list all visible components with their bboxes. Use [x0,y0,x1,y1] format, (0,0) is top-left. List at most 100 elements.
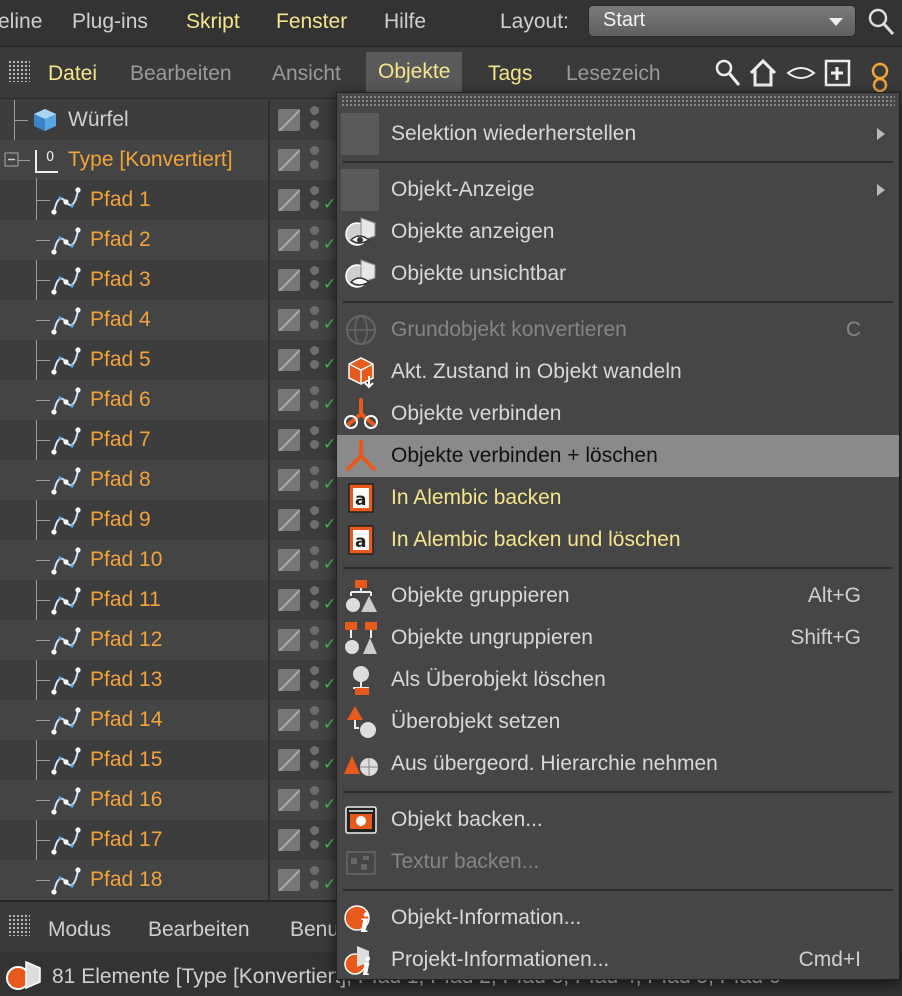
enabled-check-icon[interactable]: ✓ [323,834,336,854]
visibility-dots[interactable] [310,226,320,254]
visibility-dots[interactable] [310,826,320,854]
om-menu-tags[interactable]: Tags [488,62,532,86]
visibility-dots[interactable] [310,626,320,654]
tree-row-path[interactable]: Pfad 4 ✓ [0,300,336,340]
layer-toggle[interactable] [278,589,300,611]
visibility-dots[interactable] [310,586,320,614]
menu-item-in-alembic-backen-und-löschen[interactable]: a In Alembic backen und löschen [337,519,899,561]
visibility-dots[interactable] [310,546,320,574]
layer-toggle[interactable] [278,149,300,171]
search-icon[interactable] [714,58,742,88]
enabled-check-icon[interactable]: ✓ [323,274,336,294]
visibility-dots[interactable] [310,106,320,134]
enabled-check-icon[interactable]: ✓ [323,234,336,254]
om-menu-lesezeichen[interactable]: Lesezeich [566,62,661,86]
enabled-check-icon[interactable]: ✓ [323,194,336,214]
tree-row-path[interactable]: Pfad 12 ✓ [0,620,336,660]
tree-row-path[interactable]: Pfad 18 ✓ [0,860,336,900]
enabled-check-icon[interactable]: ✓ [323,554,336,574]
visibility-dots[interactable] [310,306,320,334]
tree-row-path[interactable]: Pfad 5 ✓ [0,340,336,380]
layer-toggle[interactable] [278,469,300,491]
enabled-check-icon[interactable]: ✓ [323,594,336,614]
enabled-check-icon[interactable]: ✓ [323,754,336,774]
visibility-dots[interactable] [310,266,320,294]
visibility-dots[interactable] [310,386,320,414]
visibility-dots[interactable] [310,346,320,374]
layout-dropdown[interactable]: Start [588,5,856,37]
tree-row-path[interactable]: Pfad 7 ✓ [0,420,336,460]
visibility-dots[interactable] [310,706,320,734]
enabled-check-icon[interactable]: ✓ [323,514,336,534]
search-icon[interactable] [866,6,896,38]
visibility-dots[interactable] [310,426,320,454]
tree-row-path[interactable]: Pfad 14 ✓ [0,700,336,740]
menu-item-objekte-verbinden[interactable]: Objekte verbinden [337,393,899,435]
tree-row-path[interactable]: Pfad 2 ✓ [0,220,336,260]
enabled-check-icon[interactable]: ✓ [323,394,336,414]
layer-toggle[interactable] [278,109,300,131]
menu-item-akt-zustand-in-objekt-wandeln[interactable]: Akt. Zustand in Objekt wandeln [337,351,899,393]
enabled-check-icon[interactable]: ✓ [323,314,336,334]
menu-fenster[interactable]: Fenster [276,10,347,34]
tree-row-path[interactable]: Pfad 6 ✓ [0,380,336,420]
menu-item-objekte-unsichtbar[interactable]: Objekte unsichtbar [337,253,899,295]
enabled-check-icon[interactable]: ✓ [323,474,336,494]
enabled-check-icon[interactable]: ✓ [323,794,336,814]
tree-row-type[interactable]: 0 Type [Konvertiert] [0,140,336,180]
om-menu-ansicht[interactable]: Ansicht [272,62,341,86]
tree-row-wuerfel[interactable]: Würfel [0,100,336,140]
panel-grip-icon[interactable] [8,914,30,936]
menu-benutzer[interactable]: Benu [290,918,339,942]
visibility-dots[interactable] [310,506,320,534]
tree-row-path[interactable]: Pfad 1 ✓ [0,180,336,220]
menu-item-objekt-information[interactable]: i Objekt-Information... [337,897,899,939]
om-menu-bearbeiten[interactable]: Bearbeiten [130,62,232,86]
menu-item-objekte-ungruppieren[interactable]: Objekte ungruppieren Shift+G [337,617,899,659]
tree-row-path[interactable]: Pfad 10 ✓ [0,540,336,580]
layer-toggle[interactable] [278,789,300,811]
visibility-dots[interactable] [310,786,320,814]
layer-toggle[interactable] [278,629,300,651]
enabled-check-icon[interactable]: ✓ [323,674,336,694]
tree-row-path[interactable]: Pfad 16 ✓ [0,780,336,820]
tree-row-path[interactable]: Pfad 15 ✓ [0,740,336,780]
om-menu-datei[interactable]: Datei [48,62,97,86]
menu-tearoff-grip[interactable] [341,95,895,107]
menu-item-in-alembic-backen[interactable]: a In Alembic backen [337,477,899,519]
layer-toggle[interactable] [278,269,300,291]
layer-toggle[interactable] [278,869,300,891]
eye-icon[interactable] [786,64,816,82]
tree-row-path[interactable]: Pfad 11 ✓ [0,580,336,620]
enabled-check-icon[interactable]: ✓ [323,634,336,654]
menu-pipeline[interactable]: eline [0,10,42,34]
layer-toggle[interactable] [278,549,300,571]
layer-toggle[interactable] [278,189,300,211]
menu-item-als-überobjekt-löschen[interactable]: Als Überobjekt löschen [337,659,899,701]
menu-item-objekte-gruppieren[interactable]: Objekte gruppieren Alt+G [337,575,899,617]
menu-item-objekte-verbinden-löschen[interactable]: Objekte verbinden + löschen [337,435,899,477]
enabled-check-icon[interactable]: ✓ [323,714,336,734]
enabled-check-icon[interactable]: ✓ [323,434,336,454]
menu-skript[interactable]: Skript [186,10,240,34]
layer-toggle[interactable] [278,749,300,771]
tree-row-path[interactable]: Pfad 17 ✓ [0,820,336,860]
visibility-dots[interactable] [310,186,320,214]
menu-bearbeiten[interactable]: Bearbeiten [148,918,250,942]
menu-plugins[interactable]: Plug-ins [72,10,148,34]
layer-toggle[interactable] [278,709,300,731]
enabled-check-icon[interactable]: ✓ [323,354,336,374]
visibility-dots[interactable] [310,666,320,694]
home-icon[interactable] [748,58,778,88]
layer-toggle[interactable] [278,669,300,691]
layer-toggle[interactable] [278,309,300,331]
menu-item-projekt-informationen[interactable]: i Projekt-Informationen... Cmd+I [337,939,899,979]
visibility-dots[interactable] [310,146,320,174]
menu-item-objekte-anzeigen[interactable]: Objekte anzeigen [337,211,899,253]
menu-item-selektion-wiederherstellen[interactable]: Selektion wiederherstellen [337,113,899,155]
layer-toggle[interactable] [278,349,300,371]
layer-toggle[interactable] [278,229,300,251]
panel-grip-icon[interactable] [8,60,30,82]
enabled-check-icon[interactable]: ✓ [323,874,336,894]
visibility-dots[interactable] [310,866,320,894]
